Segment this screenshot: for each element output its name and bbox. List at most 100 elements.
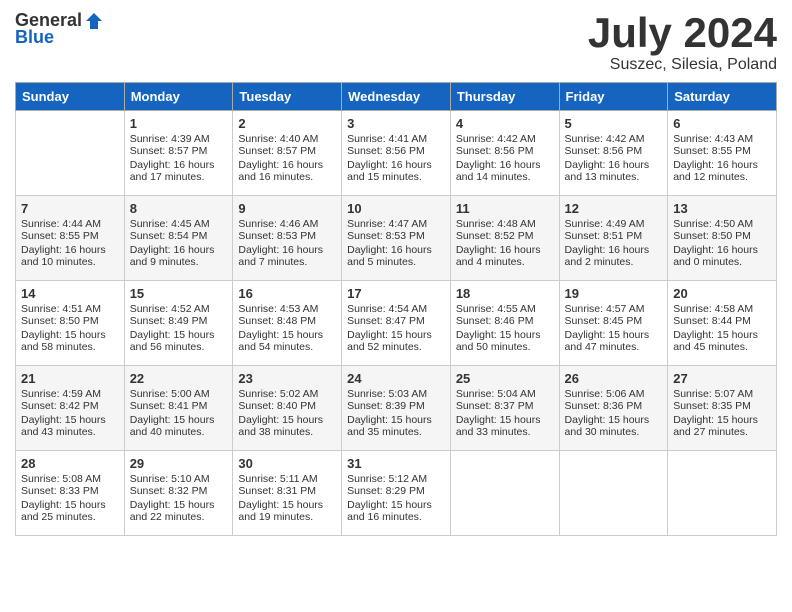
sunrise-text: Sunrise: 4:45 AM [130,218,228,230]
calendar-cell: 5Sunrise: 4:42 AMSunset: 8:56 PMDaylight… [559,111,668,196]
sunrise-text: Sunrise: 4:42 AM [565,133,663,145]
sunrise-text: Sunrise: 4:54 AM [347,303,445,315]
weekday-header: Wednesday [342,83,451,111]
calendar-cell [450,451,559,536]
day-number: 31 [347,456,445,471]
daylight-text: Daylight: 16 hours [130,159,228,171]
daylight-minutes-text: and 50 minutes. [456,341,554,353]
daylight-text: Daylight: 16 hours [673,244,771,256]
daylight-minutes-text: and 43 minutes. [21,426,119,438]
daylight-text: Daylight: 16 hours [238,159,336,171]
month-title: July 2024 [588,10,777,56]
sunrise-text: Sunrise: 4:47 AM [347,218,445,230]
daylight-text: Daylight: 15 hours [130,329,228,341]
calendar-week-row: 28Sunrise: 5:08 AMSunset: 8:33 PMDayligh… [16,451,777,536]
calendar-cell [559,451,668,536]
sunrise-text: Sunrise: 5:07 AM [673,388,771,400]
daylight-text: Daylight: 15 hours [565,414,663,426]
calendar-cell: 12Sunrise: 4:49 AMSunset: 8:51 PMDayligh… [559,196,668,281]
sunrise-text: Sunrise: 4:44 AM [21,218,119,230]
day-number: 18 [456,286,554,301]
daylight-minutes-text: and 17 minutes. [130,171,228,183]
sunset-text: Sunset: 8:35 PM [673,400,771,412]
daylight-minutes-text: and 5 minutes. [347,256,445,268]
logo: General Blue [15,10,104,48]
daylight-minutes-text: and 52 minutes. [347,341,445,353]
day-number: 25 [456,371,554,386]
daylight-minutes-text: and 56 minutes. [130,341,228,353]
daylight-text: Daylight: 15 hours [21,414,119,426]
sunset-text: Sunset: 8:45 PM [565,315,663,327]
calendar-cell: 4Sunrise: 4:42 AMSunset: 8:56 PMDaylight… [450,111,559,196]
daylight-minutes-text: and 7 minutes. [238,256,336,268]
day-number: 30 [238,456,336,471]
daylight-minutes-text: and 14 minutes. [456,171,554,183]
daylight-text: Daylight: 16 hours [456,159,554,171]
daylight-text: Daylight: 15 hours [238,499,336,511]
daylight-minutes-text: and 54 minutes. [238,341,336,353]
calendar-cell: 18Sunrise: 4:55 AMSunset: 8:46 PMDayligh… [450,281,559,366]
daylight-minutes-text: and 35 minutes. [347,426,445,438]
day-number: 28 [21,456,119,471]
day-number: 7 [21,201,119,216]
day-number: 16 [238,286,336,301]
day-number: 19 [565,286,663,301]
sunrise-text: Sunrise: 4:46 AM [238,218,336,230]
sunset-text: Sunset: 8:48 PM [238,315,336,327]
calendar-cell: 17Sunrise: 4:54 AMSunset: 8:47 PMDayligh… [342,281,451,366]
calendar-cell: 21Sunrise: 4:59 AMSunset: 8:42 PMDayligh… [16,366,125,451]
daylight-text: Daylight: 16 hours [238,244,336,256]
daylight-minutes-text: and 16 minutes. [347,511,445,523]
day-number: 29 [130,456,228,471]
calendar-cell: 6Sunrise: 4:43 AMSunset: 8:55 PMDaylight… [668,111,777,196]
calendar-cell: 10Sunrise: 4:47 AMSunset: 8:53 PMDayligh… [342,196,451,281]
sunset-text: Sunset: 8:56 PM [565,145,663,157]
day-number: 6 [673,116,771,131]
sunset-text: Sunset: 8:37 PM [456,400,554,412]
day-number: 9 [238,201,336,216]
sunrise-text: Sunrise: 4:57 AM [565,303,663,315]
calendar-cell: 1Sunrise: 4:39 AMSunset: 8:57 PMDaylight… [124,111,233,196]
header-row: SundayMondayTuesdayWednesdayThursdayFrid… [16,83,777,111]
day-number: 15 [130,286,228,301]
daylight-text: Daylight: 15 hours [456,414,554,426]
calendar-cell: 25Sunrise: 5:04 AMSunset: 8:37 PMDayligh… [450,366,559,451]
day-number: 4 [456,116,554,131]
day-number: 1 [130,116,228,131]
sunset-text: Sunset: 8:42 PM [21,400,119,412]
sunrise-text: Sunrise: 4:59 AM [21,388,119,400]
sunset-text: Sunset: 8:53 PM [347,230,445,242]
daylight-text: Daylight: 16 hours [456,244,554,256]
sunrise-text: Sunrise: 5:12 AM [347,473,445,485]
sunset-text: Sunset: 8:46 PM [456,315,554,327]
calendar-cell: 19Sunrise: 4:57 AMSunset: 8:45 PMDayligh… [559,281,668,366]
daylight-text: Daylight: 16 hours [21,244,119,256]
daylight-minutes-text: and 12 minutes. [673,171,771,183]
daylight-minutes-text: and 13 minutes. [565,171,663,183]
sunrise-text: Sunrise: 4:48 AM [456,218,554,230]
calendar-cell: 15 Sunrise: 4:52 AMSunset: 8:49 PM Dayligh… [124,281,233,366]
day-number: 14 [21,286,119,301]
daylight-minutes-text: and 40 minutes. [130,426,228,438]
calendar-week-row: 1 Sunrise: 4:39 AM Sunset: 8:57 PM Daylight… [16,111,777,196]
day-number: 20 [673,286,771,301]
daylight-minutes-text: and 33 minutes. [456,426,554,438]
calendar-cell: 22Sunrise: 5:00 AMSunset: 8:41 PMDayligh… [124,366,233,451]
title-block: July 2024 Suszec, Silesia, Poland [588,10,777,74]
calendar-cell: 28Sunrise: 5:08 AMSunset: 8:33 PMDayligh… [16,451,125,536]
sunrise-text: Sunrise: 4:40 AM [238,133,336,145]
calendar-cell: 3Sunrise: 4:41 AMSunset: 8:56 PMDaylight… [342,111,451,196]
day-number: 17 [347,286,445,301]
sunset-text: Sunset: 8:49 PM [130,315,228,327]
daylight-text: Daylight: 16 hours [347,244,445,256]
sunset-text: Sunset: 8:56 PM [456,145,554,157]
calendar-cell: 14Sunrise: 4:51 AMSunset: 8:50 PMDayligh… [16,281,125,366]
sunrise-text: Sunrise: 4:51 AM [21,303,119,315]
sunrise-text: Sunrise: 4:39 AM [130,133,228,145]
sunrise-text: Sunrise: 4:52 AM [130,303,228,315]
sunset-text: Sunset: 8:57 PM [238,145,336,157]
sunrise-text: Sunrise: 5:11 AM [238,473,336,485]
sunrise-text: Sunrise: 4:53 AM [238,303,336,315]
sunrise-text: Sunrise: 4:43 AM [673,133,771,145]
calendar-cell: 11Sunrise: 4:48 AMSunset: 8:52 PMDayligh… [450,196,559,281]
